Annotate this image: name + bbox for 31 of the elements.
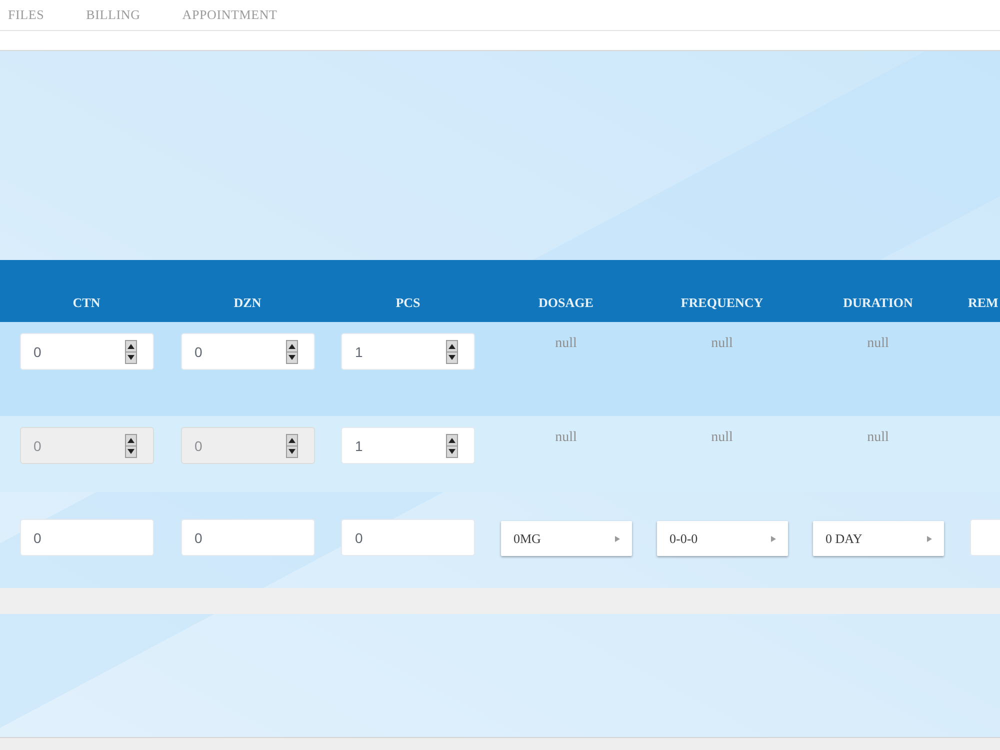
number-field[interactable]: 0 bbox=[20, 519, 154, 556]
text-field[interactable] bbox=[970, 519, 1000, 556]
table-cell: null bbox=[555, 336, 577, 352]
table-cell: null bbox=[555, 430, 577, 446]
table-cell: null bbox=[711, 430, 733, 446]
stepper-icon[interactable] bbox=[446, 340, 458, 364]
column-header: DURATION bbox=[843, 295, 913, 311]
column-header: DOSAGE bbox=[538, 295, 594, 311]
stepper-icon[interactable] bbox=[446, 434, 458, 458]
column-header: DZN bbox=[234, 295, 262, 311]
number-field[interactable]: 0 bbox=[180, 333, 314, 370]
caret-icon bbox=[614, 536, 620, 542]
table-cell: null bbox=[867, 430, 889, 446]
dropdown[interactable]: 0 DAY bbox=[812, 521, 944, 556]
stepper-icon[interactable] bbox=[286, 340, 298, 364]
dropdown[interactable]: 0-0-0 bbox=[656, 521, 788, 556]
column-header: CTN bbox=[72, 295, 100, 311]
number-field[interactable]: 1 bbox=[341, 333, 475, 370]
column-header: FREQUENCY bbox=[680, 295, 764, 311]
caret-icon bbox=[770, 536, 776, 542]
caret-icon bbox=[926, 536, 932, 542]
number-field[interactable]: 0 bbox=[180, 519, 314, 556]
number-field[interactable]: 0 bbox=[341, 519, 475, 556]
column-header: REM bbox=[968, 295, 998, 311]
dropdown[interactable]: 0MG bbox=[500, 521, 632, 556]
number-field[interactable]: 1 bbox=[341, 427, 475, 464]
number-field[interactable]: 0 bbox=[20, 333, 154, 370]
stepper-icon[interactable] bbox=[124, 340, 136, 364]
table-cell: null bbox=[867, 336, 889, 352]
column-header: PCS bbox=[396, 295, 420, 311]
table-cell: null bbox=[711, 336, 733, 352]
